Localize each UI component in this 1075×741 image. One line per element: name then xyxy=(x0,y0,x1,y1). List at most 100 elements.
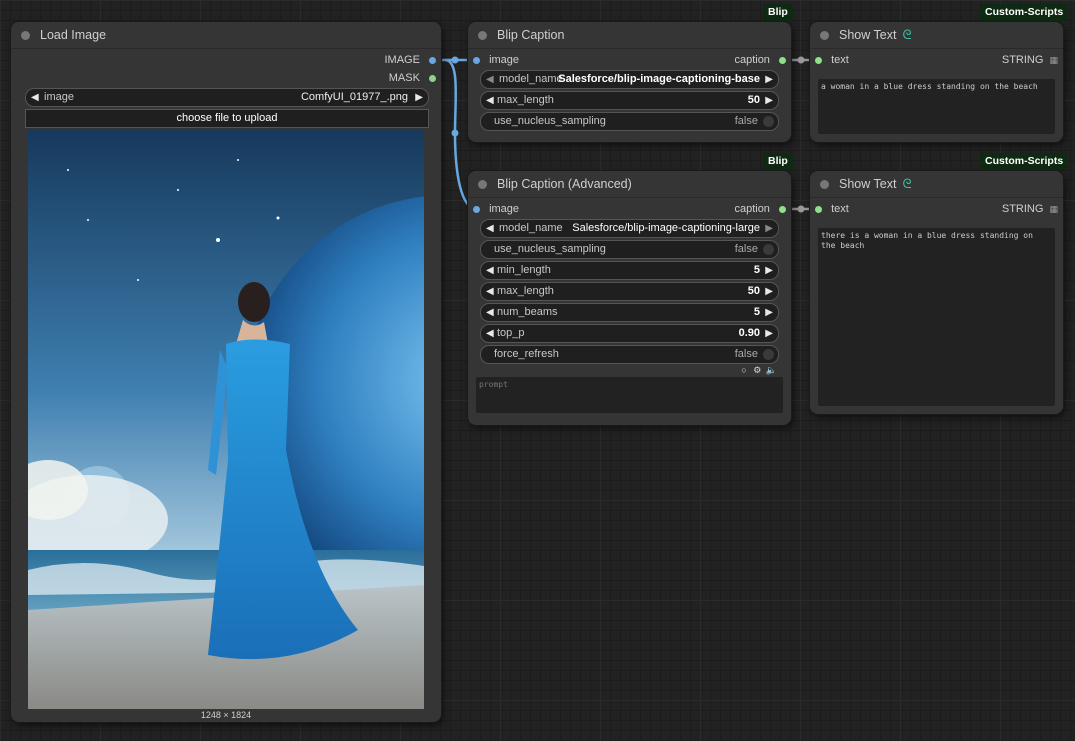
node-header[interactable]: Show Text ᘓ xyxy=(810,171,1063,198)
text-output-area[interactable]: a woman in a blue dress standing on the … xyxy=(818,79,1055,134)
blip-caption-node[interactable]: Blip Caption image caption ◀ model_name … xyxy=(468,22,791,142)
toggle-value: false xyxy=(734,115,758,127)
input-text-row[interactable]: text xyxy=(815,53,849,67)
string-slot-icon[interactable] xyxy=(815,205,822,213)
widget-label: force_refresh xyxy=(494,348,559,360)
num-beams-widget[interactable]: ◀ num_beams 5 ▶ xyxy=(480,303,779,322)
link-midpoint xyxy=(797,56,805,64)
node-badge: Blip xyxy=(763,153,793,170)
node-title: Show Text xyxy=(839,28,897,42)
toggle-knob-icon[interactable] xyxy=(763,244,774,255)
max-length-widget[interactable]: ◀ max_length 50 ▶ xyxy=(480,282,779,301)
collapse-dot-icon[interactable] xyxy=(820,179,829,189)
node-title: Load Image xyxy=(40,28,107,42)
output-label: IMAGE xyxy=(384,54,420,66)
image-combo-widget[interactable]: ◀ image ComfyUI_01977_.png ▶ xyxy=(25,88,429,107)
node-title: Blip Caption (Advanced) xyxy=(497,177,632,191)
input-label: text xyxy=(831,203,849,215)
gear-icon[interactable]: ⚙ xyxy=(753,365,761,375)
arrow-left-icon[interactable]: ◀ xyxy=(31,89,39,106)
arrow-left-icon[interactable]: ◀ xyxy=(486,325,494,342)
arrow-left-icon[interactable]: ◀ xyxy=(486,304,494,321)
arrow-left-icon[interactable]: ◀ xyxy=(486,92,494,109)
input-label: text xyxy=(831,54,849,66)
arrow-right-icon[interactable]: ▶ xyxy=(765,262,773,279)
widget-value: 0.90 xyxy=(738,327,760,339)
output-caption-row[interactable]: caption xyxy=(734,53,786,67)
prompt-placeholder: prompt xyxy=(479,380,508,389)
input-image-row[interactable]: image xyxy=(473,53,519,67)
widget-value: 50 xyxy=(747,285,760,297)
widget-label: num_beams xyxy=(497,306,558,318)
collapse-dot-icon[interactable] xyxy=(820,30,829,40)
speaker-icon[interactable]: 🔈 xyxy=(766,365,777,375)
use-nucleus-sampling-toggle[interactable]: use_nucleus_sampling false xyxy=(480,240,779,259)
collapse-dot-icon[interactable] xyxy=(478,179,487,189)
text-output: a woman in a blue dress standing on the … xyxy=(821,82,1038,91)
text-output-area[interactable]: there is a woman in a blue dress standin… xyxy=(818,228,1055,406)
collapse-dot-icon[interactable] xyxy=(21,30,30,40)
arrow-left-icon[interactable]: ◀ xyxy=(486,220,494,237)
use-nucleus-sampling-toggle[interactable]: use_nucleus_sampling false xyxy=(480,112,779,131)
widget-value: 5 xyxy=(753,306,760,318)
arrow-right-icon[interactable]: ▶ xyxy=(765,325,773,342)
upload-button[interactable]: choose file to upload xyxy=(25,109,429,128)
widget-label: use_nucleus_sampling xyxy=(494,243,606,255)
string-slot-icon[interactable] xyxy=(779,205,786,213)
arrow-right-icon[interactable]: ▶ xyxy=(765,71,773,88)
image-preview xyxy=(28,130,424,709)
input-label: image xyxy=(489,54,520,66)
toggle-knob-icon[interactable] xyxy=(763,116,774,127)
circle-icon[interactable]: ○ xyxy=(741,365,746,375)
arrow-right-icon[interactable]: ▶ xyxy=(765,92,773,109)
arrow-left-icon[interactable]: ◀ xyxy=(486,71,494,88)
force-refresh-toggle[interactable]: force_refresh false xyxy=(480,345,779,364)
input-label: image xyxy=(489,203,520,215)
output-caption-row[interactable]: caption xyxy=(734,202,786,216)
load-image-node[interactable]: Load Image IMAGE MASK ◀ image ComfyUI_01… xyxy=(11,22,441,722)
max-length-widget[interactable]: ◀ max_length 50 ▶ xyxy=(480,91,779,110)
output-string-row[interactable]: STRING ▦ xyxy=(1002,202,1058,216)
output-label: caption xyxy=(734,203,770,215)
mask-slot-icon[interactable] xyxy=(429,74,436,82)
node-header[interactable]: Load Image xyxy=(11,22,441,49)
widget-label: model_name xyxy=(499,73,563,85)
input-image-row[interactable]: image xyxy=(473,202,519,216)
arrow-left-icon[interactable]: ◀ xyxy=(486,262,494,279)
grid-icon[interactable]: ▦ xyxy=(1049,55,1058,65)
model-name-widget[interactable]: ◀ model_name Salesforce/blip-image-capti… xyxy=(480,70,779,89)
widget-value: 5 xyxy=(753,264,760,276)
node-header[interactable]: Show Text ᘓ xyxy=(810,22,1063,49)
image-dimensions: 1248 × 1824 xyxy=(200,710,252,720)
prompt-input[interactable]: prompt xyxy=(476,377,783,413)
show-text-node-1[interactable]: Show Text ᘓ text STRING ▦ a woman in a b… xyxy=(810,22,1063,142)
output-string-row[interactable]: STRING ▦ xyxy=(1002,53,1058,67)
image-slot-icon[interactable] xyxy=(473,56,480,64)
collapse-dot-icon[interactable] xyxy=(478,30,487,40)
input-text-row[interactable]: text xyxy=(815,202,849,216)
arrow-right-icon[interactable]: ▶ xyxy=(765,220,773,237)
widget-label: max_length xyxy=(497,285,554,297)
image-slot-icon[interactable] xyxy=(473,205,480,213)
image-slot-icon[interactable] xyxy=(429,56,436,64)
min-length-widget[interactable]: ◀ min_length 5 ▶ xyxy=(480,261,779,280)
grid-icon[interactable]: ▦ xyxy=(1049,204,1058,214)
string-slot-icon[interactable] xyxy=(815,56,822,64)
python-snake-icon: ᘓ xyxy=(902,176,912,191)
link-midpoint xyxy=(451,129,459,137)
string-slot-icon[interactable] xyxy=(779,56,786,64)
arrow-left-icon[interactable]: ◀ xyxy=(486,283,494,300)
arrow-right-icon[interactable]: ▶ xyxy=(765,283,773,300)
arrow-right-icon[interactable]: ▶ xyxy=(765,304,773,321)
output-image-row[interactable]: IMAGE xyxy=(384,53,436,67)
show-text-node-2[interactable]: Show Text ᘓ text STRING ▦ there is a wom… xyxy=(810,171,1063,414)
toggle-knob-icon[interactable] xyxy=(763,349,774,360)
top-p-widget[interactable]: ◀ top_p 0.90 ▶ xyxy=(480,324,779,343)
node-header[interactable]: Blip Caption (Advanced) xyxy=(468,171,791,198)
arrow-right-icon[interactable]: ▶ xyxy=(415,89,423,106)
model-name-widget[interactable]: ◀ model_name Salesforce/blip-image-capti… xyxy=(480,219,779,238)
output-mask-row[interactable]: MASK xyxy=(389,71,436,85)
output-label: STRING xyxy=(1001,54,1044,66)
blip-caption-advanced-node[interactable]: Blip Caption (Advanced) image caption ◀ … xyxy=(468,171,791,425)
node-header[interactable]: Blip Caption xyxy=(468,22,791,49)
